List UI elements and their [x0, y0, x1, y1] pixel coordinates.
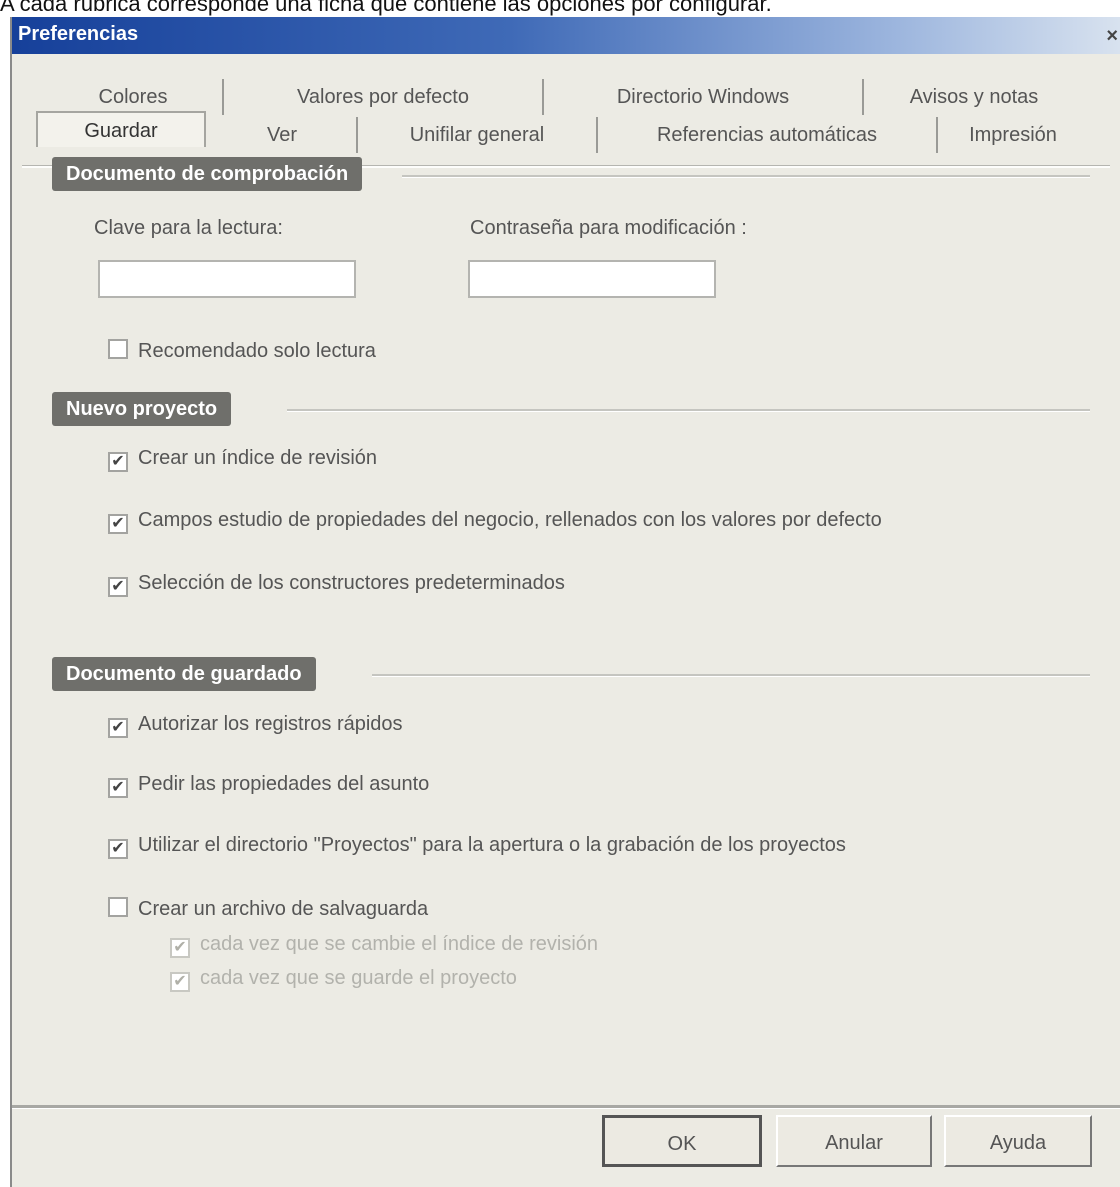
button-bar-divider: [12, 1105, 1120, 1109]
ok-button[interactable]: OK: [602, 1115, 762, 1167]
tab-unifilar-general[interactable]: Unifilar general: [358, 117, 598, 153]
modify-password-label: Contraseña para modificación :: [470, 217, 747, 239]
option-use-projects-directory[interactable]: ✔ Utilizar el directorio "Proyectos" para…: [108, 834, 846, 859]
read-password-label: Clave para la lectura:: [94, 217, 283, 239]
checkbox-icon: ✔: [108, 514, 128, 534]
option-label: cada vez que se cambie el índice de revi…: [200, 933, 599, 955]
section-divider: [372, 674, 1090, 677]
suboption-backup-on-revision[interactable]: ✔ cada vez que se cambie el índice de rev…: [170, 933, 598, 958]
recommend-readonly-label: Recomendado solo lectura: [138, 340, 376, 362]
help-button[interactable]: Ayuda: [944, 1115, 1092, 1167]
section-header-save: Documento de guardado: [52, 657, 316, 691]
checkbox-icon: ✔: [170, 938, 190, 958]
section-divider: [402, 175, 1090, 178]
figure-caption: A cada rúbrica corresponde una ficha que…: [0, 0, 772, 16]
read-password-input[interactable]: [98, 260, 356, 298]
modify-password-input[interactable]: [468, 260, 716, 298]
option-fast-save[interactable]: ✔ Autorizar los registros rápidos: [108, 713, 403, 738]
section-divider: [287, 409, 1090, 412]
tab-directorio-windows[interactable]: Directorio Windows: [544, 79, 864, 115]
option-label: Utilizar el directorio "Proyectos" para …: [138, 834, 846, 856]
checkbox-icon: [108, 339, 128, 359]
option-label: cada vez que se guarde el proyecto: [200, 967, 517, 989]
suboption-backup-on-save[interactable]: ✔ cada vez que se guarde el proyecto: [170, 967, 517, 992]
checkbox-icon: ✔: [108, 778, 128, 798]
option-create-backup[interactable]: Crear un archivo de salvaguarda: [108, 897, 428, 921]
checkbox-icon: ✔: [108, 577, 128, 597]
preferences-dialog: Preferencias × Colores Valores por defec…: [10, 17, 1120, 1187]
cancel-button[interactable]: Anular: [776, 1115, 932, 1167]
tab-avisos-y-notas[interactable]: Avisos y notas: [864, 79, 1084, 115]
tab-guardar[interactable]: Guardar: [36, 111, 206, 147]
option-label: Crear un archivo de salvaguarda: [138, 898, 429, 920]
option-default-business-properties[interactable]: ✔ Campos estudio de propiedades del negoc…: [108, 509, 882, 534]
option-label: Pedir las propiedades del asunto: [138, 773, 430, 795]
option-ask-properties[interactable]: ✔ Pedir las propiedades del asunto: [108, 773, 429, 798]
checkbox-icon: ✔: [108, 839, 128, 859]
recommend-readonly-checkbox[interactable]: Recomendado solo lectura: [108, 339, 376, 363]
option-label: Autorizar los registros rápidos: [138, 713, 403, 735]
tab-ver[interactable]: Ver: [208, 117, 358, 153]
close-icon[interactable]: ×: [1106, 25, 1118, 48]
window-title: Preferencias: [18, 23, 139, 45]
checkbox-icon: ✔: [170, 972, 190, 992]
checkbox-icon: ✔: [108, 718, 128, 738]
option-label: Selección de los constructores predeterm…: [138, 572, 565, 594]
option-default-constructors[interactable]: ✔ Selección de los constructores predeter…: [108, 572, 565, 597]
tab-referencias-automaticas[interactable]: Referencias automáticas: [598, 117, 938, 153]
title-bar[interactable]: Preferencias ×: [12, 17, 1120, 54]
checkbox-icon: ✔: [108, 452, 128, 472]
tab-colores[interactable]: Colores: [44, 79, 224, 115]
option-label: Campos estudio de propiedades del negoci…: [138, 509, 882, 531]
checkbox-icon: [108, 897, 128, 917]
section-header-new-project: Nuevo proyecto: [52, 392, 232, 426]
option-label: Crear un índice de revisión: [138, 447, 378, 469]
tab-impresion[interactable]: Impresión: [938, 117, 1088, 153]
tab-valores-por-defecto[interactable]: Valores por defecto: [224, 79, 544, 115]
section-header-protection: Documento de comprobación: [52, 157, 363, 191]
option-create-revision-index[interactable]: ✔ Crear un índice de revisión: [108, 447, 377, 472]
